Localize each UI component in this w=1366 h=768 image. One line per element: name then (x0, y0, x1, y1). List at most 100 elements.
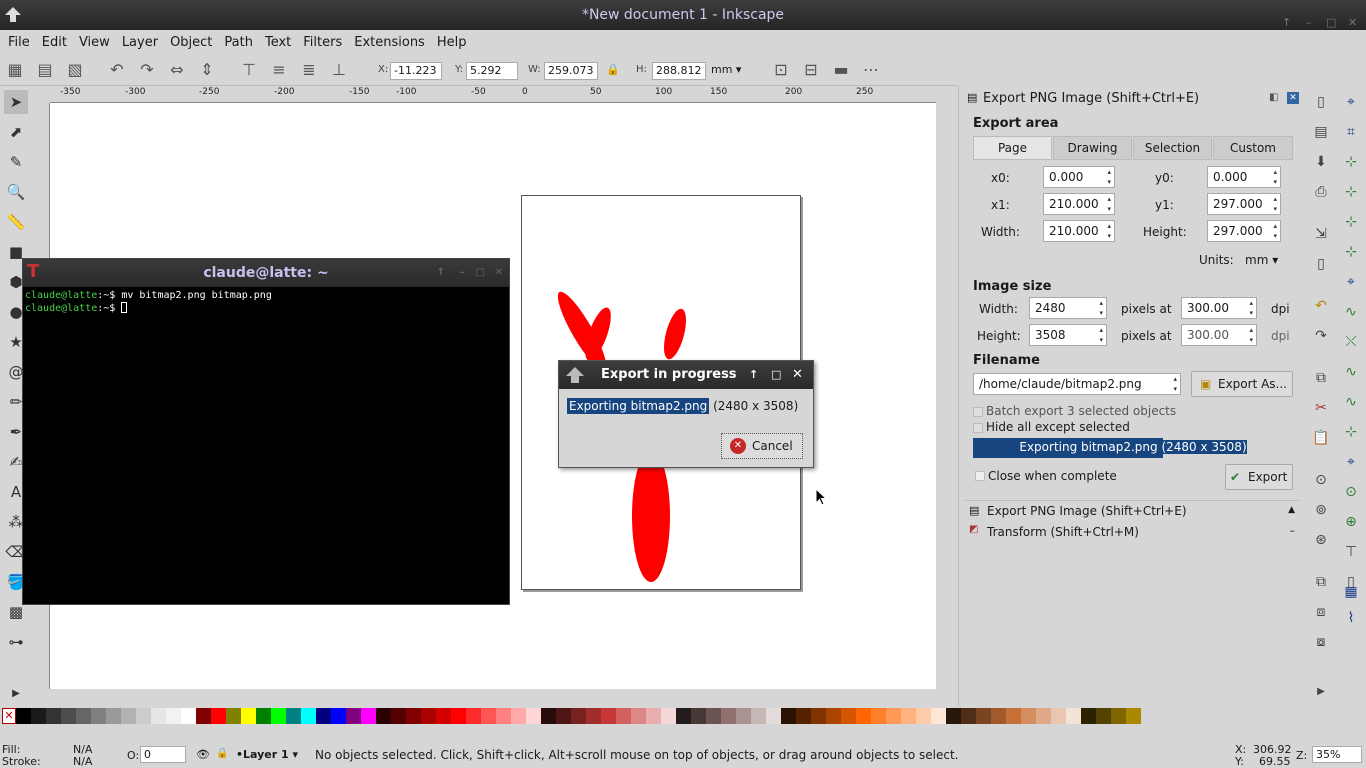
palette-swatch[interactable] (1096, 708, 1111, 724)
image-width-field[interactable]: 2480 (1029, 297, 1107, 319)
canvas-horizontal-scrollbar[interactable] (50, 689, 936, 703)
menu-object[interactable]: Object (164, 35, 218, 50)
palette-swatch[interactable] (331, 708, 346, 724)
cut-icon[interactable]: ✂ (1311, 398, 1331, 418)
cancel-export-button[interactable]: ✕ Cancel (721, 433, 803, 459)
panel-iconify-icon[interactable]: ◧ (1269, 92, 1278, 103)
rotate-cw-icon[interactable]: ↷ (136, 60, 158, 80)
dialog-keep-above-icon[interactable]: ↑ (749, 361, 758, 389)
snap-midpoint-icon[interactable]: ⊹ (1341, 422, 1361, 442)
copy-icon[interactable]: ⧉ (1311, 368, 1331, 388)
palette-swatch[interactable] (226, 708, 241, 724)
palette-swatch[interactable] (691, 708, 706, 724)
zoom-selection-icon[interactable]: ⊙ (1311, 470, 1331, 490)
layer-lock-icon[interactable]: 🔒 (216, 748, 228, 759)
palette-swatch[interactable] (271, 708, 286, 724)
snap-guide-icon[interactable]: ⌇ (1341, 608, 1361, 628)
undo-icon[interactable]: ↶ (1311, 296, 1331, 316)
new-document-icon[interactable]: ▯ (1311, 92, 1331, 112)
raise-icon[interactable]: ≡ (268, 60, 290, 80)
commands-expand-icon[interactable]: ▶ (1311, 682, 1331, 702)
palette-swatch[interactable] (781, 708, 796, 724)
filename-field[interactable]: /home/claude/bitmap2.png (973, 373, 1181, 395)
palette-swatch[interactable] (1111, 708, 1126, 724)
snap-bbox-corner-icon[interactable]: ⊹ (1341, 182, 1361, 202)
palette-swatch[interactable] (511, 708, 526, 724)
palette-swatch[interactable] (706, 708, 721, 724)
palette-swatch[interactable] (181, 708, 196, 724)
palette-swatch[interactable] (346, 708, 361, 724)
palette-swatch[interactable] (841, 708, 856, 724)
palette-swatch[interactable] (991, 708, 1006, 724)
scale-corners-icon[interactable]: ⊟ (800, 60, 822, 80)
palette-swatch[interactable] (301, 708, 316, 724)
palette-swatch[interactable] (286, 708, 301, 724)
menu-path[interactable]: Path (218, 35, 259, 50)
snap-smooth-icon[interactable]: ∿ (1341, 392, 1361, 412)
palette-swatch[interactable] (481, 708, 496, 724)
visibility-icon[interactable]: 👁 (196, 748, 210, 761)
open-icon[interactable]: ▤ (1311, 122, 1331, 142)
palette-swatch[interactable] (676, 708, 691, 724)
lower-icon[interactable]: ≣ (298, 60, 320, 80)
terminal-output[interactable]: claude@latte:~$ mv bitmap2.png bitmap.pn… (23, 287, 509, 317)
terminal-titlebar[interactable]: T claude@latte: ~ ↑ – □ ✕ (23, 259, 509, 287)
snap-others-icon[interactable]: ⌖ (1341, 452, 1361, 472)
snap-bbox-center-icon[interactable]: ⊹ (1341, 242, 1361, 262)
palette-swatch[interactable] (1021, 708, 1036, 724)
measure-tool-icon[interactable]: 📏 (4, 210, 28, 234)
palette-swatch[interactable] (1051, 708, 1066, 724)
print-icon[interactable]: ⎙ (1311, 182, 1331, 202)
palette-swatch[interactable] (601, 708, 616, 724)
palette-swatch[interactable] (571, 708, 586, 724)
tab-selection[interactable]: Selection (1133, 136, 1212, 160)
dialog-maximize-icon[interactable]: □ (771, 361, 781, 389)
terminal-window[interactable]: T claude@latte: ~ ↑ – □ ✕ claude@latte:~… (22, 258, 510, 605)
tweak-tool-icon[interactable]: ✎ (4, 150, 28, 174)
tab-drawing[interactable]: Drawing (1053, 136, 1132, 160)
select-all-layers-icon[interactable]: ▤ (34, 60, 56, 80)
deselect-icon[interactable]: ▧ (64, 60, 86, 80)
import-icon[interactable]: ⇲ (1311, 224, 1331, 244)
snap-bbox-edge-icon[interactable]: ⊹ (1341, 152, 1361, 172)
unit-select[interactable]: mm ▾ (708, 62, 752, 80)
palette-swatch[interactable] (121, 708, 136, 724)
palette-swatch[interactable] (946, 708, 961, 724)
palette-swatch[interactable] (61, 708, 76, 724)
palette-swatch[interactable] (436, 708, 451, 724)
tab-custom[interactable]: Custom (1213, 136, 1293, 160)
palette-swatch[interactable] (916, 708, 931, 724)
dpi-y-field[interactable]: 300.00 (1181, 324, 1257, 346)
palette-swatch[interactable] (616, 708, 631, 724)
palette-swatch[interactable] (526, 708, 541, 724)
image-height-field[interactable]: 3508 (1029, 324, 1107, 346)
tab-page[interactable]: Page (973, 136, 1052, 160)
palette-swatch[interactable] (211, 708, 226, 724)
more-options-icon[interactable]: ⋯ (860, 60, 882, 80)
height-field[interactable]: 297.000 (1207, 220, 1281, 242)
batch-export-checkbox[interactable] (973, 407, 983, 417)
palette-swatch[interactable] (91, 708, 106, 724)
y-field[interactable]: 5.292 (466, 62, 518, 80)
layer-select[interactable]: •Layer 1 ▾ (236, 746, 308, 763)
opacity-field[interactable]: 0 (140, 746, 186, 763)
expand-icon[interactable]: – (1290, 524, 1296, 537)
palette-swatch[interactable] (796, 708, 811, 724)
terminal-maximize-icon[interactable]: □ (476, 259, 485, 287)
y1-field[interactable]: 297.000 (1207, 193, 1281, 215)
palette-swatch[interactable] (241, 708, 256, 724)
y0-field[interactable]: 0.000 (1207, 166, 1281, 188)
terminal-close-icon[interactable]: ✕ (495, 259, 503, 287)
palette-swatch[interactable] (901, 708, 916, 724)
export-progress-dialog[interactable]: Export in progress ↑ □ ✕ Exporting bitma… (558, 360, 814, 468)
palette-swatch[interactable] (1081, 708, 1096, 724)
units-select[interactable]: mm ▾ (1241, 250, 1291, 270)
raise-to-top-icon[interactable]: ⊤ (238, 60, 260, 80)
connector-tool-icon[interactable]: ⊶ (4, 630, 28, 654)
move-gradients-icon[interactable]: ▬ (830, 60, 852, 80)
palette-swatch[interactable] (766, 708, 781, 724)
snap-bbox-icon[interactable]: ⌗ (1341, 122, 1361, 142)
palette-swatch[interactable] (136, 708, 151, 724)
snap-toggle-icon[interactable]: ⌖ (1341, 92, 1361, 112)
palette-swatch[interactable] (361, 708, 376, 724)
